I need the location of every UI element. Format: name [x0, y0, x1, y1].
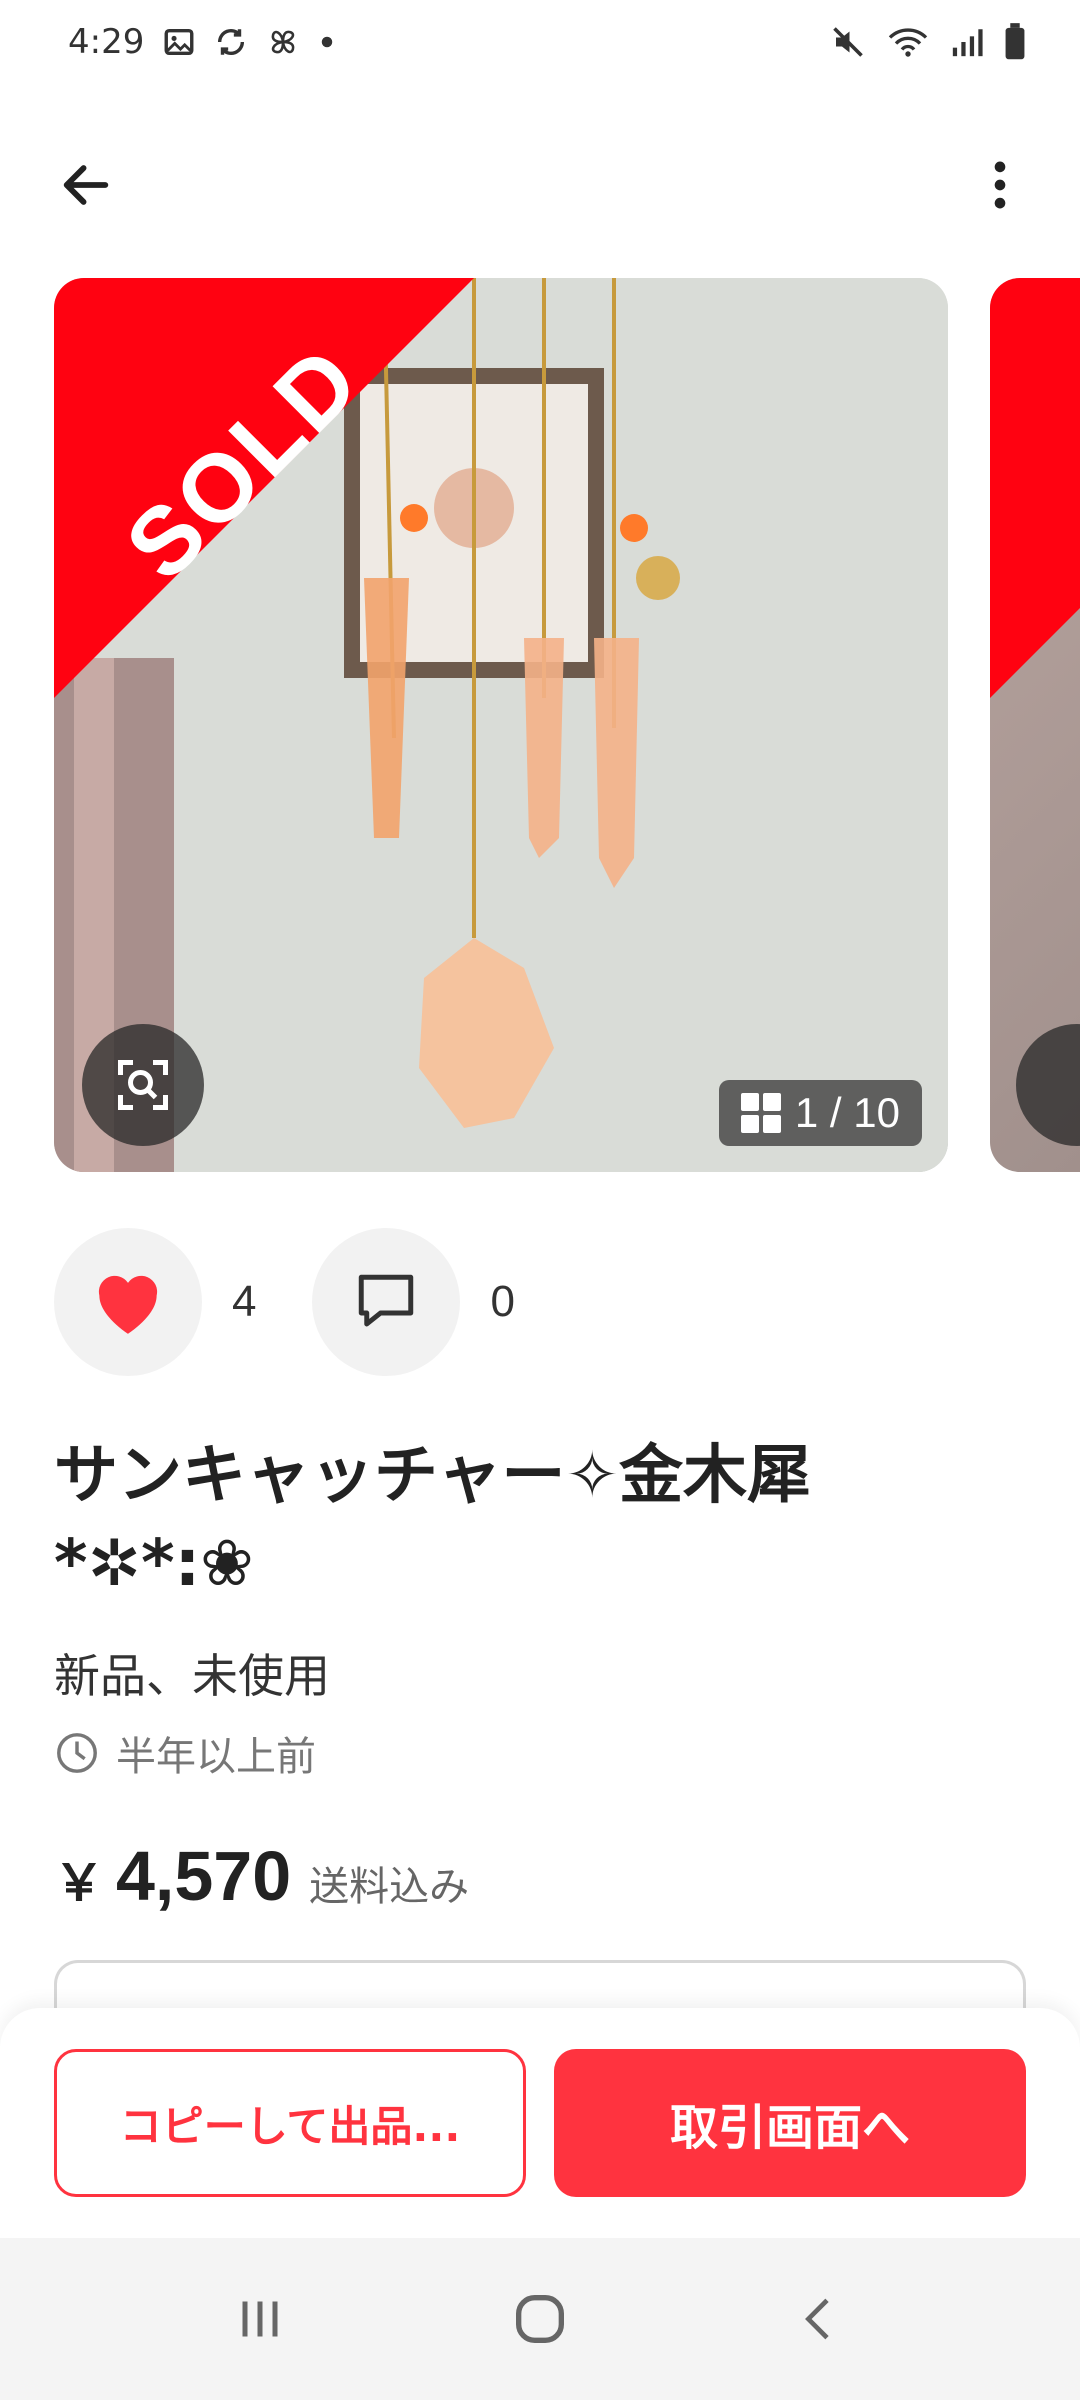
- trade-screen-button[interactable]: 取引画面へ: [554, 2049, 1026, 2197]
- wifi-icon: [888, 28, 928, 57]
- comment-button[interactable]: [312, 1228, 461, 1376]
- sold-ribbon: [990, 278, 1080, 698]
- home-icon: [516, 2295, 564, 2343]
- image-counter-text: 1 / 10: [794, 1089, 900, 1136]
- recents-icon: [242, 2301, 278, 2337]
- item-condition: 新品、未使用: [54, 1649, 330, 1703]
- back-icon: [805, 2298, 829, 2340]
- reactions-row: 4 0: [54, 1228, 571, 1376]
- price-row: ￥ 4,570 送料込み: [54, 1836, 469, 1916]
- copy-listing-button[interactable]: コピーして出品...: [54, 2049, 526, 2197]
- recents-button[interactable]: [205, 2264, 315, 2374]
- posted-time-row: 半年以上前: [54, 1724, 316, 1782]
- status-left: 4:29: [68, 22, 336, 62]
- price-currency: ￥: [54, 1855, 104, 1911]
- bottom-action-bar: コピーして出品... 取引画面へ: [0, 2008, 1080, 2238]
- next-product-photo[interactable]: [990, 278, 1080, 1172]
- image-search-icon: [118, 1060, 168, 1110]
- heart-icon: [98, 1275, 158, 1334]
- item-title: サンキャッチャー✧金木犀*✲*:❀: [54, 1439, 811, 1601]
- zoom-button[interactable]: [1016, 1024, 1080, 1146]
- home-button[interactable]: [485, 2264, 595, 2374]
- dot-icon: [322, 36, 333, 48]
- shipping-note: 送料込み: [309, 1864, 470, 1910]
- image-gallery[interactable]: SOLD 1 / 10: [0, 278, 1080, 1174]
- more-options-button[interactable]: [964, 149, 1036, 221]
- status-right: [830, 23, 1026, 61]
- comment-count: 0: [490, 1277, 515, 1326]
- nav-back-button[interactable]: [765, 2264, 875, 2374]
- signal-icon: [952, 29, 983, 57]
- comment-icon: [359, 1274, 414, 1327]
- image-counter: 1 / 10: [718, 1080, 922, 1146]
- like-count: 4: [232, 1277, 257, 1326]
- posted-time: 半年以上前: [116, 1734, 316, 1780]
- status-time: 4:29: [68, 22, 145, 62]
- status-bar: 4:29: [0, 0, 1080, 84]
- zoom-button[interactable]: [82, 1024, 204, 1146]
- back-button[interactable]: [50, 149, 122, 221]
- more-vertical-icon: [994, 161, 1006, 209]
- mute-icon: [833, 27, 863, 57]
- arrow-left-icon: [63, 165, 109, 205]
- clock-icon: [57, 1733, 97, 1773]
- app-bar: [0, 130, 1080, 240]
- product-photo[interactable]: SOLD 1 / 10: [54, 278, 948, 1172]
- grid-icon: [740, 1093, 781, 1133]
- system-nav-bar: [0, 2238, 1080, 2400]
- battery-icon: [1005, 23, 1025, 60]
- like-button[interactable]: [54, 1228, 202, 1376]
- pinwheel-icon: [271, 30, 295, 54]
- sync-icon: [218, 29, 245, 55]
- image-icon: [164, 28, 194, 56]
- price-value: 4,570: [116, 1837, 292, 1915]
